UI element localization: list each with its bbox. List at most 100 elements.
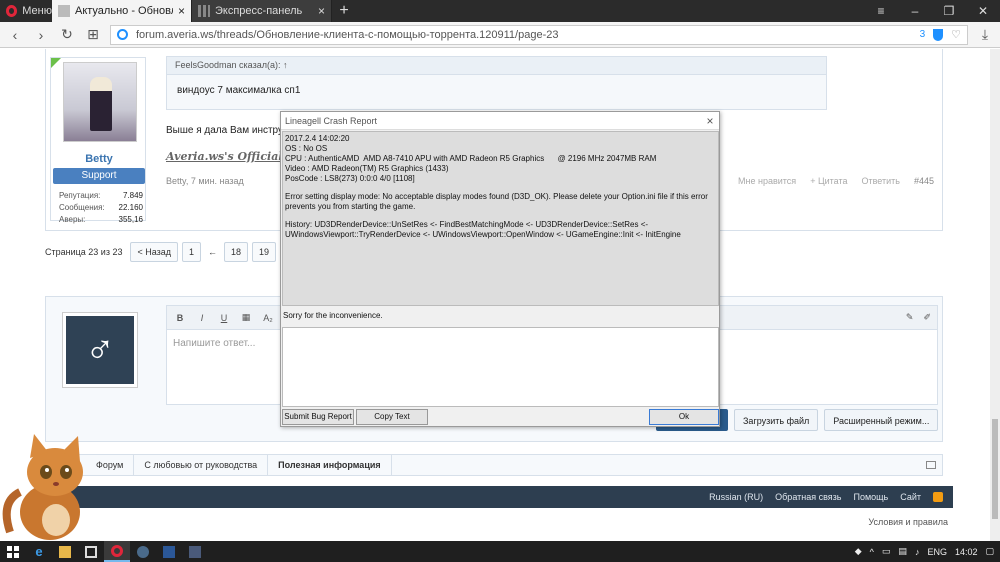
user-title-badge: Support [53, 168, 145, 184]
log-line: Video : AMD Radeon(TM) R5 Graphics (1433… [285, 164, 449, 173]
page-counter: Страница 23 из 23 [45, 247, 123, 257]
notifications-icon[interactable]: ^ [870, 547, 874, 557]
edge-icon[interactable]: e [26, 541, 52, 562]
tab-averia[interactable]: Актуально - Обновление × [52, 0, 192, 22]
submit-bug-report-button[interactable]: Submit Bug Report [282, 409, 354, 425]
dialog-buttons: Submit Bug Report Copy Text Ok [282, 409, 719, 425]
rss-icon[interactable] [933, 492, 943, 502]
download-icon[interactable]: ⤓ [976, 26, 994, 43]
crash-log-text[interactable]: 2017.2.4 14:02:20 OS : No OS CPU : Authe… [282, 131, 719, 306]
new-tab-button[interactable]: + [332, 0, 356, 22]
like-button[interactable]: Мне нравится [738, 176, 796, 186]
close-tab-icon[interactable]: × [318, 4, 325, 18]
user-avatar[interactable] [63, 62, 137, 142]
action-center-icon[interactable]: ▢ [985, 546, 994, 557]
log-line: History: UD3DRenderDevice::UnSetRes <- F… [285, 220, 681, 239]
quote-button[interactable]: + Цитата [810, 176, 847, 186]
log-line: CPU : AuthenticAMD AMD A8-7410 APU with … [285, 154, 657, 163]
breadcrumb-leadership[interactable]: С любовью от руководства [134, 454, 269, 476]
stat-value: 22.160 [118, 203, 143, 212]
dialog-title: Lineagell Crash Report [285, 115, 378, 126]
post-number-link[interactable]: #445 [914, 176, 934, 186]
reload-icon[interactable]: ↻ [58, 26, 76, 43]
copy-text-button[interactable]: Copy Text [356, 409, 428, 425]
bookmark-heart-icon[interactable]: ♡ [951, 28, 961, 41]
page-link-19[interactable]: 19 [252, 242, 277, 262]
footer-bar: Russian (RU) Обратная связь Помощь Сайт [45, 486, 953, 508]
quote-author[interactable]: FeelsGoodman сказал(а): ↑ [167, 57, 826, 75]
address-field[interactable]: forum.averia.ws/threads/Обновление-клиен… [110, 24, 968, 45]
restore-icon[interactable]: ❐ [932, 0, 966, 22]
font-size-button[interactable]: A₂ [261, 313, 275, 323]
site-link[interactable]: Сайт [900, 492, 921, 502]
page-link-18[interactable]: 18 [224, 242, 249, 262]
stat-label: Сообщения: [59, 203, 105, 212]
page-link-1[interactable]: 1 [182, 242, 202, 262]
jump-menu-icon[interactable] [926, 461, 936, 469]
online-indicator [51, 58, 61, 68]
clock[interactable]: 14:02 [955, 547, 978, 557]
forward-icon[interactable]: › [32, 27, 50, 43]
volume-icon[interactable]: ♪ [915, 547, 920, 557]
stat-value: 7.849 [122, 191, 143, 200]
eraser-icon[interactable]: ✎ [906, 312, 914, 323]
opera-logo-icon [6, 5, 18, 17]
log-line: Error setting display mode: No acceptabl… [285, 192, 708, 211]
tray-game-icon[interactable]: ◆ [855, 546, 862, 557]
upload-file-button[interactable]: Загрузить файл [734, 409, 819, 431]
help-link[interactable]: Помощь [853, 492, 888, 502]
underline-button[interactable]: U [217, 313, 231, 323]
advanced-mode-button[interactable]: Расширенный режим... [824, 409, 939, 431]
dialog-titlebar: Lineagell Crash Report × [281, 112, 719, 130]
file-explorer-icon[interactable] [52, 541, 78, 562]
page-scrollbar[interactable] [990, 49, 1000, 541]
italic-button[interactable]: I [195, 313, 209, 323]
reply-button[interactable]: Ответить [861, 176, 899, 186]
battery-icon[interactable]: ▭ [882, 546, 891, 557]
tab-menu-icon[interactable]: ≡ [864, 0, 898, 22]
tab-label: Экспресс-панель [215, 5, 303, 17]
breadcrumb-useful-info[interactable]: Полезная информация [268, 454, 392, 476]
browser-tab-bar: Меню Актуально - Обновление × Экспресс-п… [0, 0, 1000, 22]
stat-label: Аверы: [59, 215, 86, 224]
scrollbar-thumb[interactable] [992, 419, 998, 519]
opera-taskbar-icon[interactable] [104, 541, 130, 562]
close-window-icon[interactable]: ✕ [966, 0, 1000, 22]
game-icon[interactable] [182, 541, 208, 562]
user-comment-field[interactable] [282, 327, 719, 407]
prev-page-button[interactable]: < Назад [130, 242, 179, 262]
tab-label: Актуально - Обновление [75, 5, 173, 17]
store-icon[interactable] [78, 541, 104, 562]
adblock-shield-icon[interactable] [933, 28, 944, 41]
back-icon[interactable]: ‹ [6, 27, 24, 43]
log-line: 2017.2.4 14:02:20 [285, 134, 350, 143]
crash-report-dialog: Lineagell Crash Report × 2017.2.4 14:02:… [280, 111, 720, 427]
opera-menu-button[interactable]: Меню [0, 0, 52, 22]
network-icon[interactable]: ▤ [898, 546, 907, 557]
language-link[interactable]: Russian (RU) [709, 492, 763, 502]
steam-icon[interactable] [130, 541, 156, 562]
log-scrollbar[interactable] [708, 132, 718, 305]
stat-value: 355,16 [118, 215, 143, 224]
start-button[interactable] [0, 541, 26, 562]
menu-label: Меню [22, 5, 52, 17]
ok-button[interactable]: Ok [649, 409, 719, 425]
username-link[interactable]: Betty [51, 153, 147, 165]
color-picker-icon[interactable]: ▦ [239, 312, 253, 323]
word-icon[interactable] [156, 541, 182, 562]
feedback-link[interactable]: Обратная связь [775, 492, 841, 502]
bold-button[interactable]: B [173, 313, 187, 323]
language-indicator[interactable]: ENG [927, 547, 947, 557]
site-info-icon[interactable] [117, 29, 128, 40]
terms-link[interactable]: Условия и правила [0, 517, 948, 527]
url-text: forum.averia.ws/threads/Обновление-клиен… [136, 28, 559, 41]
dialog-close-icon[interactable]: × [701, 114, 719, 128]
minimize-icon[interactable]: – [898, 0, 932, 22]
toggle-bbcode-icon[interactable]: ✐ [923, 312, 931, 323]
post-meta[interactable]: Betty, 7 мин. назад [166, 176, 244, 186]
tab-express-panel[interactable]: Экспресс-панель × [192, 0, 332, 22]
address-toolbar: ‹ › ↻ ⊞ forum.averia.ws/threads/Обновлен… [0, 22, 1000, 48]
page-skip-arrow[interactable]: ← [205, 247, 220, 257]
speed-dial-grid-icon[interactable]: ⊞ [84, 26, 102, 43]
close-tab-icon[interactable]: × [178, 4, 185, 18]
